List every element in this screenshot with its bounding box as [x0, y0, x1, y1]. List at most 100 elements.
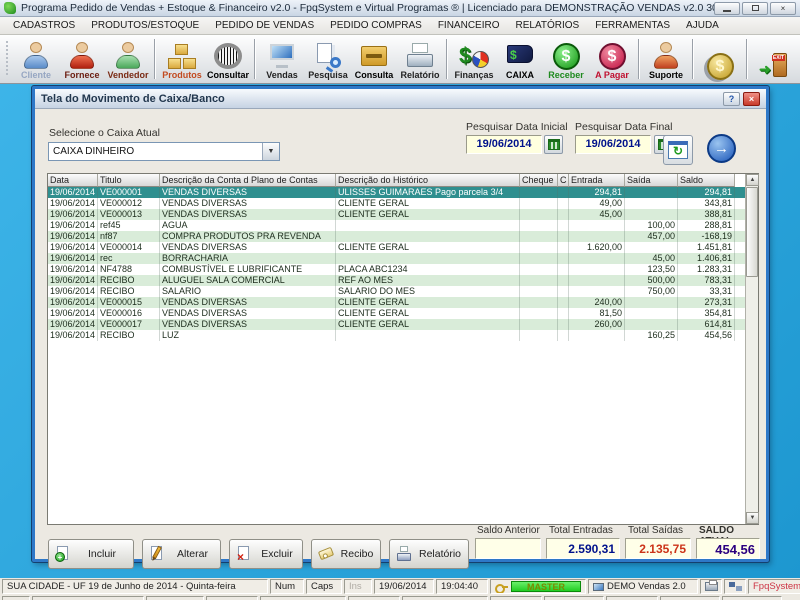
- table-row[interactable]: 19/06/2014recBORRACHARIA45,001.406,81: [48, 253, 747, 264]
- table-row[interactable]: 19/06/2014RECIBOLUZ160,25454,56: [48, 330, 747, 341]
- caixa-combobox[interactable]: CAIXA DINHEIRO ▼: [48, 142, 280, 161]
- monitor-icon: [267, 42, 297, 70]
- toolbar-button-relatorio[interactable]: Relatório: [397, 37, 443, 81]
- toolbar-button-vendedor[interactable]: Vendedor: [105, 37, 151, 81]
- dialog-help-button[interactable]: ?: [723, 92, 740, 106]
- caixa-combobox-value: CAIXA DINHEIRO: [49, 146, 262, 157]
- table-row[interactable]: 19/06/2014RECIBOALUGUEL SALA COMERCIALRE…: [48, 275, 747, 286]
- column-header-descricao-da-conta-d-plano-de-contas[interactable]: Descrição da Conta d Plano de Contas: [160, 174, 336, 187]
- table-cell: [558, 330, 569, 341]
- close-button[interactable]: ×: [770, 2, 796, 15]
- search-go-button[interactable]: →: [707, 134, 736, 163]
- menu-item-produtos-estoque[interactable]: PRODUTOS/ESTOQUE: [84, 18, 206, 33]
- table-row[interactable]: 19/06/2014VE000017VENDAS DIVERSASCLIENTE…: [48, 319, 747, 330]
- toolbar-button-fornece[interactable]: Fornece: [59, 37, 105, 81]
- menu-item-pedido-de-vendas[interactable]: PEDIDO DE VENDAS: [208, 18, 321, 33]
- toolbar-button-cliente[interactable]: Cliente: [13, 37, 59, 81]
- menu-item-relatorios[interactable]: RELATÓRIOS: [509, 18, 587, 33]
- column-header-saldo[interactable]: Saldo: [678, 174, 735, 187]
- table-cell: [569, 275, 625, 286]
- table-row[interactable]: 19/06/2014VE000012VENDAS DIVERSASCLIENTE…: [48, 198, 747, 209]
- scroll-up-icon[interactable]: ▲: [746, 174, 759, 186]
- toolbar-button-exit[interactable]: EXIT➜: [751, 37, 797, 81]
- toolbar-button-pesquisa[interactable]: Pesquisa: [305, 37, 351, 81]
- toolbar-button-coin-gold[interactable]: $: [697, 37, 743, 81]
- menu-item-ajuda[interactable]: AJUDA: [679, 18, 726, 33]
- menu-item-ferramentas[interactable]: FERRAMENTAS: [588, 18, 677, 33]
- incluir-button[interactable]: +Incluir: [48, 539, 134, 569]
- toolbar-button-suporte[interactable]: Suporte: [643, 37, 689, 81]
- chevron-down-icon[interactable]: ▼: [262, 143, 279, 160]
- table-cell: [558, 308, 569, 319]
- alterar-button[interactable]: Alterar: [142, 539, 221, 569]
- add-icon: +: [55, 546, 71, 562]
- table-row[interactable]: 19/06/2014VE000013VENDAS DIVERSASCLIENTE…: [48, 209, 747, 220]
- status-text: SUA CIDADE - UF 19 de Junho de 2014 - Qu…: [7, 581, 236, 592]
- dialog-close-button[interactable]: ×: [743, 92, 760, 106]
- column-header-data[interactable]: Data: [48, 174, 98, 187]
- table-row[interactable]: 19/06/2014VE000001VENDAS DIVERSASULISSES…: [48, 187, 747, 198]
- refresh-button[interactable]: ↻: [663, 135, 693, 165]
- table-row[interactable]: 19/06/2014NF4788COMBUSTÍVEL E LUBRIFICAN…: [48, 264, 747, 275]
- table-cell: VE000015: [98, 297, 160, 308]
- table-cell: 273,31: [678, 297, 735, 308]
- caixa-select-label: Selecione o Caixa Atual: [49, 127, 160, 139]
- table-cell: [625, 297, 678, 308]
- menu-item-cadastros[interactable]: CADASTROS: [6, 18, 82, 33]
- scroll-down-icon[interactable]: ▼: [746, 512, 759, 524]
- table-row[interactable]: 19/06/2014nf87COMPRA PRODUTOS PRA REVEND…: [48, 231, 747, 242]
- table-row[interactable]: 19/06/2014VE000015VENDAS DIVERSASCLIENTE…: [48, 297, 747, 308]
- refresh-icon: ↻: [668, 141, 688, 159]
- table-cell: [520, 275, 558, 286]
- table-cell: [520, 253, 558, 264]
- column-header-cheque[interactable]: Cheque: [520, 174, 558, 187]
- column-header-titulo[interactable]: Titulo: [98, 174, 160, 187]
- recibo-button[interactable]: Recibo: [311, 539, 381, 569]
- restore-button[interactable]: [742, 2, 768, 15]
- toolbar-button-consulta[interactable]: Consulta: [351, 37, 397, 81]
- status-text: FpqSystem: [753, 581, 800, 592]
- column-header-saida[interactable]: Saída: [625, 174, 678, 187]
- table-cell: SALARIO: [160, 286, 336, 297]
- action-button-label: Relatório: [418, 548, 462, 560]
- excluir-button[interactable]: ×Excluir: [229, 539, 303, 569]
- table-cell: RECIBO: [98, 275, 160, 286]
- column-header-descricao-do-historico[interactable]: Descrição do Histórico: [336, 174, 520, 187]
- status-text: DEMO Vendas 2.0: [607, 581, 686, 592]
- column-header-entrada[interactable]: Entrada: [569, 174, 625, 187]
- toolbar-button-a-pagar[interactable]: $A Pagar: [589, 37, 635, 81]
- table-row[interactable]: 19/06/2014VE000014VENDAS DIVERSASCLIENTE…: [48, 242, 747, 253]
- toolbar-button-label: Vendas: [266, 70, 298, 80]
- date-end-input[interactable]: 19/06/2014: [575, 135, 651, 154]
- calendar-icon: [548, 139, 560, 150]
- table-cell: ULISSES GUIMARAES Pago parcela 3/4: [336, 187, 520, 198]
- table-cell: 1.406,81: [678, 253, 735, 264]
- table-cell: CLIENTE GERAL: [336, 308, 520, 319]
- table-cell: 19/06/2014: [48, 275, 98, 286]
- toolbar-button-receber[interactable]: $Receber: [543, 37, 589, 81]
- table-cell: [520, 220, 558, 231]
- scrollbar-thumb[interactable]: [746, 187, 758, 277]
- toolbar-button-consultar[interactable]: Consultar: [205, 37, 251, 81]
- table-row[interactable]: 19/06/2014VE000016VENDAS DIVERSASCLIENTE…: [48, 308, 747, 319]
- date-start-calendar-button[interactable]: [544, 135, 563, 154]
- toolbar-button-vendas[interactable]: Vendas: [259, 37, 305, 81]
- table-row[interactable]: 19/06/2014RECIBOSALARIOSALARIO DO MES750…: [48, 286, 747, 297]
- menu-item-financeiro[interactable]: FINANCEIRO: [431, 18, 507, 33]
- toolbar-button-caixa[interactable]: $CAIXA: [497, 37, 543, 81]
- table-cell: 45,00: [625, 253, 678, 264]
- table-cell: 19/06/2014: [48, 264, 98, 275]
- printer-icon: [405, 42, 435, 70]
- date-start-input[interactable]: 19/06/2014: [466, 135, 542, 154]
- table-vertical-scrollbar[interactable]: ▲ ▼: [745, 174, 758, 524]
- column-header-c[interactable]: C: [558, 174, 569, 187]
- table-cell: 19/06/2014: [48, 330, 98, 341]
- menu-item-pedido-compras[interactable]: PEDIDO COMPRAS: [323, 18, 429, 33]
- monitor-icon: [593, 583, 604, 591]
- minimize-button[interactable]: [714, 2, 740, 15]
- status-secondary-segment: [32, 596, 144, 600]
- toolbar-button-produtos[interactable]: Produtos: [159, 37, 205, 81]
- relatorio-button[interactable]: Relatório: [389, 539, 469, 569]
- toolbar-button-financas[interactable]: $Finanças: [451, 37, 497, 81]
- table-row[interactable]: 19/06/2014ref45AGUA100,00288,81: [48, 220, 747, 231]
